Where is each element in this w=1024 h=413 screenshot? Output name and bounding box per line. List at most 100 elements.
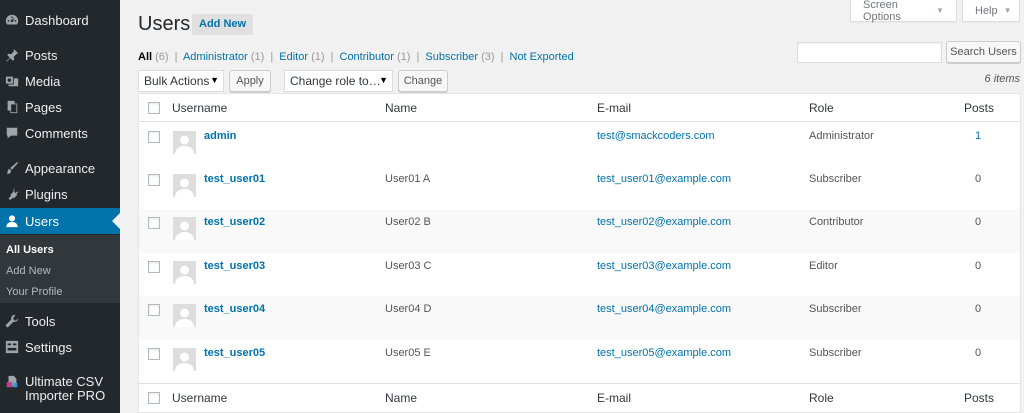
- users-table: Username Name E-mail Role Posts admin te…: [138, 93, 1021, 413]
- change-button[interactable]: Change: [398, 70, 448, 92]
- page-title: Users: [138, 13, 191, 35]
- menu-users[interactable]: Users: [0, 208, 120, 234]
- menu-appearance-label: Appearance: [25, 160, 96, 176]
- menu-pages[interactable]: Pages: [0, 94, 120, 120]
- filter-all[interactable]: All: [138, 51, 152, 63]
- apply-button[interactable]: Apply: [229, 70, 271, 92]
- column-username[interactable]: Username: [172, 101, 227, 115]
- menu-settings-label: Settings: [25, 339, 72, 355]
- user-role: Editor: [809, 260, 838, 272]
- plug-icon: [5, 187, 19, 201]
- column-role: Role: [809, 391, 834, 405]
- row-checkbox[interactable]: [148, 348, 160, 360]
- username-link[interactable]: test_user02: [204, 216, 265, 228]
- avatar: [173, 304, 196, 327]
- screen-options-label: Screen Options: [863, 0, 901, 23]
- menu-plugins[interactable]: Plugins: [0, 181, 120, 207]
- menu-plugins-label: Plugins: [25, 186, 68, 202]
- column-name[interactable]: Name: [385, 101, 417, 115]
- submenu-all-users[interactable]: All Users: [6, 244, 54, 256]
- table-row: test_user02 User02 B test_user02@example…: [139, 209, 1020, 253]
- table-row: test_user04 User04 D test_user04@example…: [139, 296, 1020, 340]
- submenu-your-profile[interactable]: Your Profile: [6, 286, 62, 298]
- avatar: [173, 174, 196, 197]
- change-role-label: Change role to…: [290, 74, 381, 88]
- username-link[interactable]: test_user03: [204, 260, 265, 272]
- filter-editor[interactable]: Editor: [279, 51, 308, 63]
- wrench-icon: [5, 314, 19, 328]
- select-all-checkbox[interactable]: [148, 102, 160, 114]
- user-email-link[interactable]: test_user03@example.com: [597, 260, 731, 272]
- add-new-button[interactable]: Add New: [192, 14, 254, 35]
- row-checkbox[interactable]: [148, 261, 160, 273]
- menu-media-label: Media: [25, 73, 61, 89]
- column-role: Role: [809, 101, 834, 115]
- column-email[interactable]: E-mail: [597, 391, 631, 405]
- table-row: test_user03 User03 C test_user03@example…: [139, 253, 1020, 296]
- menu-settings[interactable]: Settings: [0, 334, 120, 360]
- row-checkbox[interactable]: [148, 217, 160, 229]
- user-email-link[interactable]: test_user01@example.com: [597, 173, 731, 185]
- user-email-link[interactable]: test_user04@example.com: [597, 303, 731, 315]
- username-link[interactable]: admin: [204, 130, 236, 142]
- username-link[interactable]: test_user04: [204, 303, 265, 315]
- row-checkbox[interactable]: [148, 174, 160, 186]
- menu-ultimate-csv-importer[interactable]: Ultimate CSV Importer PRO: [0, 375, 120, 409]
- table-row: admin test@smackcoders.com Administrator…: [139, 123, 1020, 166]
- user-posts: 0: [975, 260, 982, 272]
- select-all-checkbox[interactable]: [148, 392, 160, 404]
- help-tab[interactable]: Help ▼: [962, 0, 1020, 22]
- filter-contributor[interactable]: Contributor: [340, 51, 394, 63]
- menu-posts-label: Posts: [25, 47, 58, 63]
- menu-posts[interactable]: Posts: [0, 42, 120, 68]
- user-posts-link[interactable]: 1: [975, 130, 981, 142]
- user-posts: 0: [975, 216, 982, 228]
- filter-not-exported[interactable]: Not Exported: [510, 51, 574, 63]
- filter-separator: |: [416, 51, 420, 63]
- pages-icon: [5, 100, 19, 114]
- user-posts: 0: [975, 303, 982, 315]
- bulk-actions-select[interactable]: Bulk Actions ▼: [138, 70, 224, 92]
- filter-all-count: (6): [155, 51, 169, 63]
- dashboard-icon: [5, 13, 19, 27]
- screen-options-tab[interactable]: Screen Options ▼: [850, 0, 957, 23]
- filter-subscriber-count: (3): [481, 51, 495, 63]
- user-email-link[interactable]: test_user05@example.com: [597, 347, 731, 359]
- user-email-link[interactable]: test@smackcoders.com: [597, 130, 715, 142]
- user-email-link[interactable]: test_user02@example.com: [597, 216, 731, 228]
- menu-tools-label: Tools: [25, 313, 56, 329]
- menu-pages-label: Pages: [25, 99, 62, 115]
- caret-down-icon: ▼: [936, 6, 944, 15]
- csv-importer-icon: [5, 375, 19, 389]
- menu-ultimate-csv-importer-label: Ultimate CSV Importer PRO: [25, 374, 106, 403]
- users-submenu: All Users Add New Your Profile: [0, 235, 120, 303]
- menu-tools[interactable]: Tools: [0, 308, 120, 334]
- filter-administrator[interactable]: Administrator: [183, 51, 248, 63]
- help-label: Help: [975, 4, 998, 17]
- user-role: Administrator: [809, 130, 874, 142]
- menu-media[interactable]: Media: [0, 68, 120, 94]
- filter-separator: |: [500, 51, 504, 63]
- row-checkbox[interactable]: [148, 131, 160, 143]
- menu-dashboard-label: Dashboard: [25, 12, 89, 28]
- bulk-actions-label: Bulk Actions: [144, 74, 210, 88]
- filter-subscriber[interactable]: Subscriber: [425, 51, 478, 63]
- user-role: Subscriber: [809, 173, 862, 185]
- caret-down-icon: ▼: [1003, 6, 1012, 15]
- menu-comments[interactable]: Comments: [0, 120, 120, 146]
- search-users-button[interactable]: Search Users: [946, 41, 1021, 63]
- search-users-input[interactable]: [797, 42, 942, 63]
- menu-appearance[interactable]: Appearance: [0, 155, 120, 181]
- pin-icon: [5, 48, 19, 62]
- username-link[interactable]: test_user01: [204, 173, 265, 185]
- row-checkbox[interactable]: [148, 304, 160, 316]
- username-link[interactable]: test_user05: [204, 347, 265, 359]
- column-name[interactable]: Name: [385, 391, 417, 405]
- user-name: User04 D: [385, 303, 432, 315]
- menu-comments-label: Comments: [25, 125, 88, 141]
- change-role-select[interactable]: Change role to… ▼: [284, 70, 393, 92]
- column-email[interactable]: E-mail: [597, 101, 631, 115]
- submenu-add-new[interactable]: Add New: [6, 265, 51, 277]
- column-username[interactable]: Username: [172, 391, 227, 405]
- menu-dashboard[interactable]: Dashboard: [0, 7, 120, 33]
